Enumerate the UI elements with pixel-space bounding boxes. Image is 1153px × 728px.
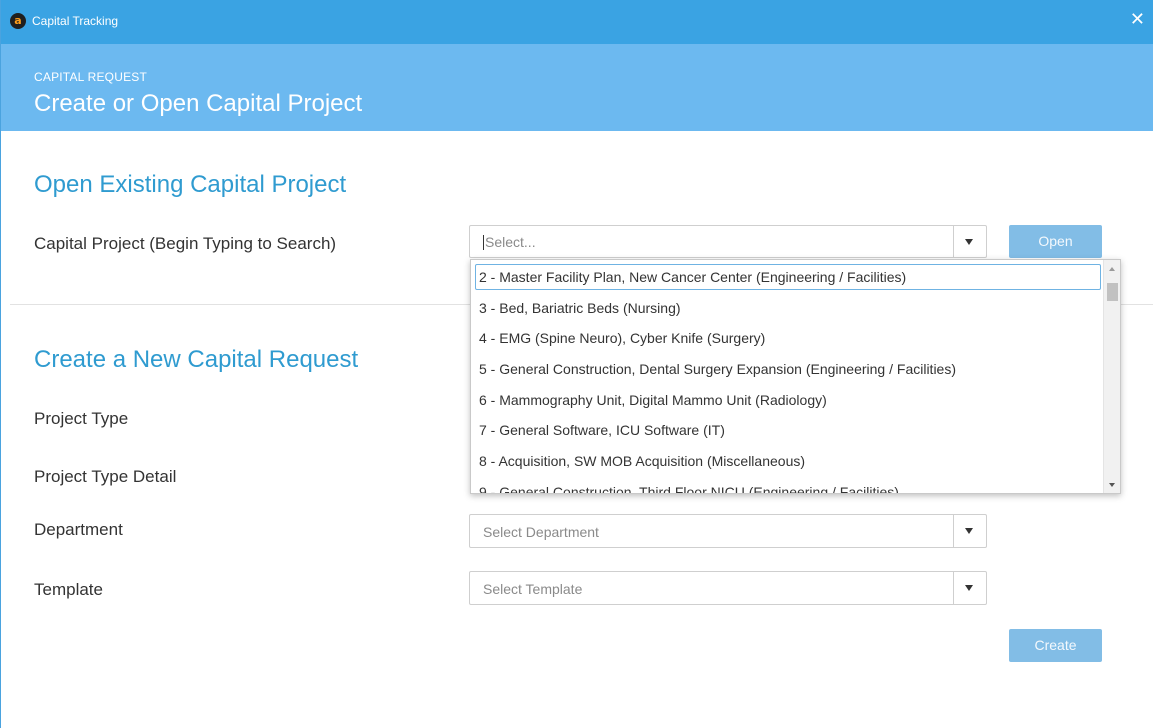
department-dropdown-toggle[interactable]: [953, 515, 986, 547]
project-type-label: Project Type: [34, 409, 129, 428]
capital-project-search-input[interactable]: Select...: [469, 225, 987, 258]
dropdown-option[interactable]: 9 - General Construction, Third Floor NI…: [475, 479, 1101, 493]
capital-project-label: Capital Project (Begin Typing to Search): [34, 234, 337, 253]
create-section-title: Create a New Capital Request: [34, 346, 359, 373]
template-label: Template: [34, 580, 103, 599]
chevron-down-icon: [965, 528, 973, 534]
text-caret: [483, 235, 484, 250]
capital-project-dropdown-list[interactable]: 2 - Master Facility Plan, New Cancer Cen…: [470, 259, 1121, 494]
header-kicker: CAPITAL REQUEST: [34, 70, 148, 84]
template-select[interactable]: Select Template: [469, 571, 987, 605]
create-button[interactable]: Create: [1009, 629, 1102, 662]
chevron-down-icon: [965, 585, 973, 591]
template-placeholder: Select Template: [483, 581, 583, 597]
dropdown-option[interactable]: 7 - General Software, ICU Software (IT): [475, 417, 1101, 443]
capital-project-placeholder: Select...: [485, 234, 536, 250]
project-type-detail-label: Project Type Detail: [34, 467, 177, 486]
department-placeholder: Select Department: [483, 524, 599, 540]
dropdown-option[interactable]: 6 - Mammography Unit, Digital Mammo Unit…: [475, 387, 1101, 413]
page-header: CAPITAL REQUEST Create or Open Capital P…: [1, 44, 1153, 131]
dropdown-options: 2 - Master Facility Plan, New Cancer Cen…: [471, 260, 1105, 493]
capital-tracking-window: a Capital Tracking ✕ CAPITAL REQUEST Cre…: [0, 0, 1153, 728]
template-dropdown-toggle[interactable]: [953, 572, 986, 604]
close-icon[interactable]: ✕: [1130, 10, 1145, 30]
dropdown-option[interactable]: 4 - EMG (Spine Neuro), Cyber Knife (Surg…: [475, 325, 1101, 351]
open-button[interactable]: Open: [1009, 225, 1102, 258]
scroll-up-icon[interactable]: [1109, 267, 1115, 271]
window-title: Capital Tracking: [32, 14, 119, 28]
dropdown-option[interactable]: 3 - Bed, Bariatric Beds (Nursing): [475, 295, 1101, 321]
department-select[interactable]: Select Department: [469, 514, 987, 548]
title-bar: a Capital Tracking ✕: [1, 0, 1153, 44]
dropdown-option[interactable]: 5 - General Construction, Dental Surgery…: [475, 356, 1101, 382]
page-title: Create or Open Capital Project: [34, 90, 363, 117]
dropdown-option[interactable]: 2 - Master Facility Plan, New Cancer Cen…: [475, 264, 1101, 290]
app-logo-icon: a: [10, 13, 26, 29]
capital-project-dropdown-toggle[interactable]: [953, 226, 986, 257]
dropdown-scrollbar[interactable]: [1103, 260, 1120, 493]
dropdown-option[interactable]: 8 - Acquisition, SW MOB Acquisition (Mis…: [475, 448, 1101, 474]
chevron-down-icon: [965, 238, 973, 245]
department-label: Department: [34, 520, 123, 539]
open-section-title: Open Existing Capital Project: [34, 171, 347, 198]
scroll-down-icon[interactable]: [1109, 483, 1115, 487]
scrollbar-thumb[interactable]: [1107, 283, 1118, 301]
